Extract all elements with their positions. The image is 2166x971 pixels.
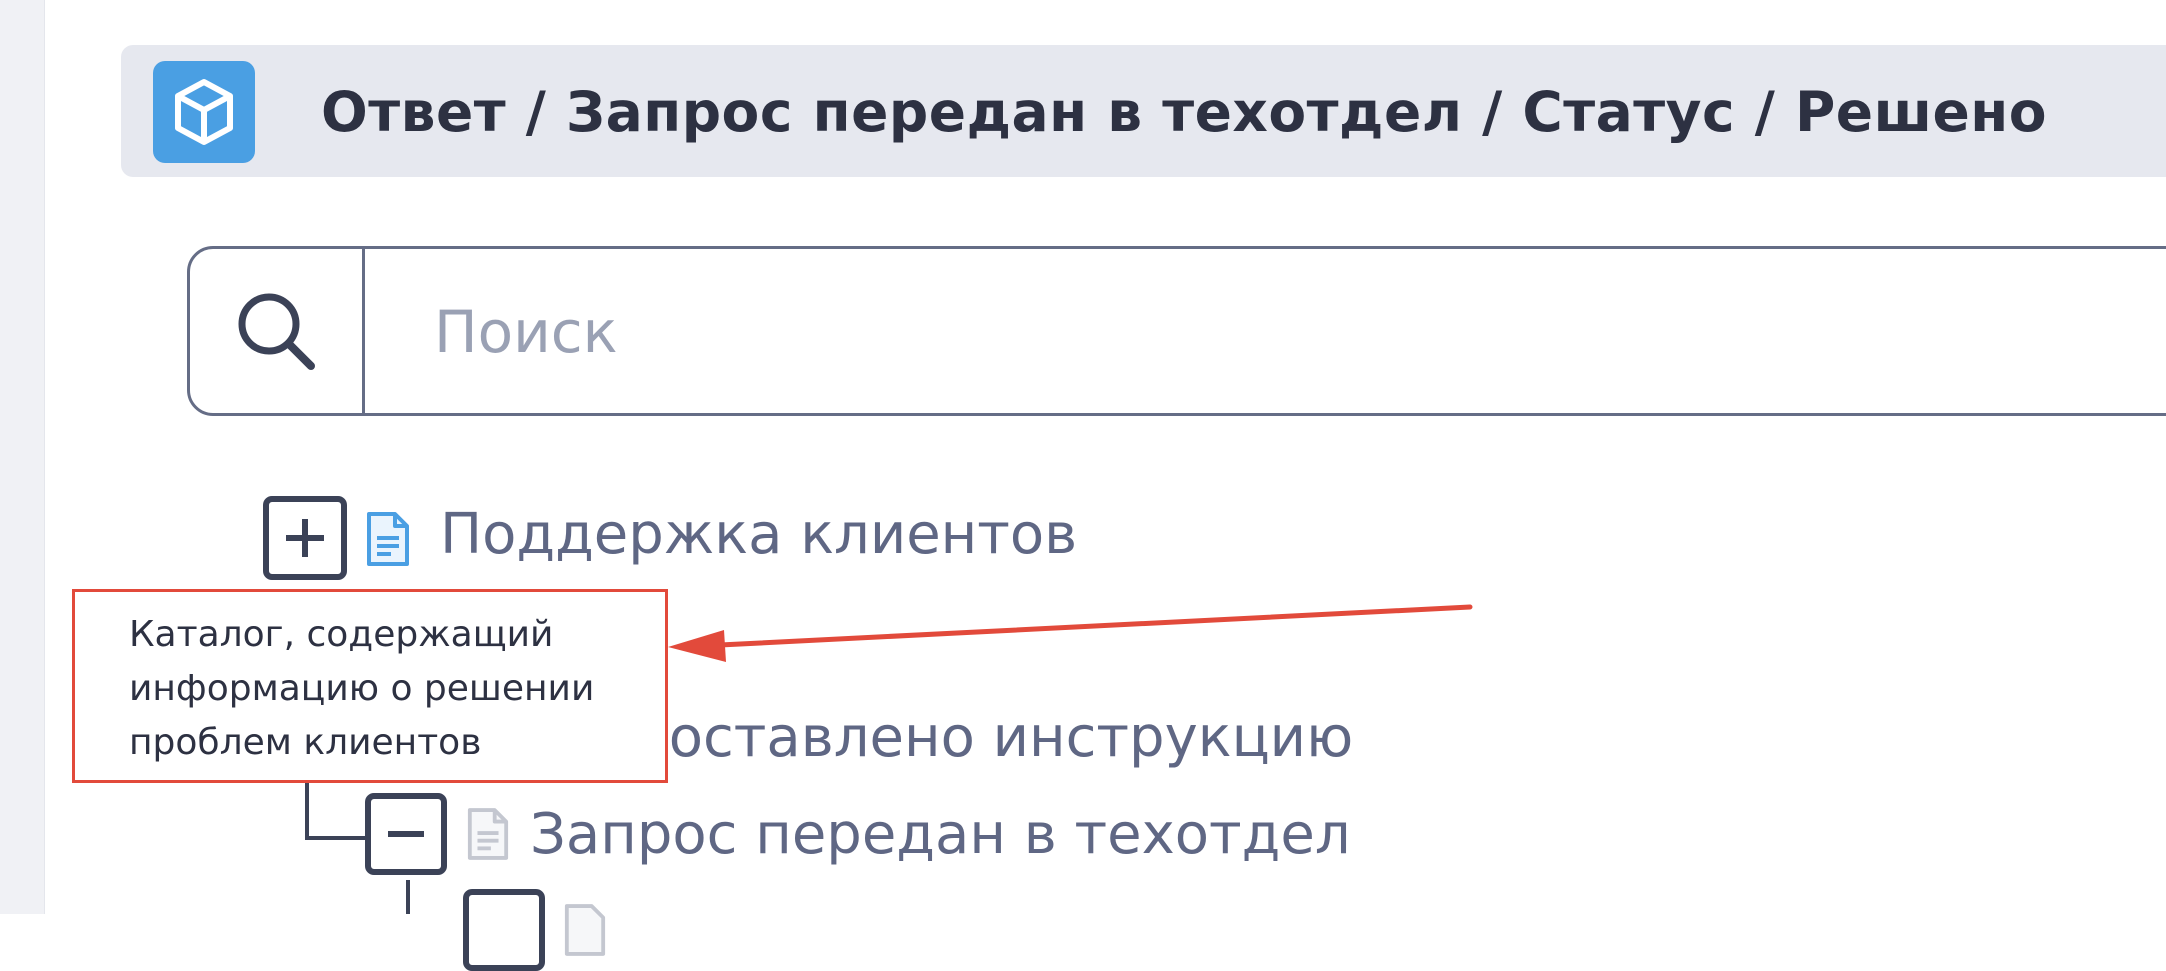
tree-connector: [406, 880, 410, 914]
annotation-callout: Каталог, содержащий информацию о решении…: [72, 589, 668, 783]
annotation-line: Каталог, содержащий: [129, 614, 554, 655]
document-icon: [564, 904, 606, 956]
document-icon: [467, 808, 509, 860]
minus-icon: [388, 831, 424, 837]
search-box: [187, 246, 2166, 416]
cube-icon: [153, 61, 255, 163]
tree-item-label[interactable]: Запрос передан в техотдел: [530, 800, 1351, 870]
search-icon[interactable]: [190, 249, 362, 413]
annotation-line: информацию о решении: [129, 668, 595, 709]
search-divider: [362, 249, 365, 413]
expand-button[interactable]: [263, 496, 347, 580]
search-input[interactable]: [432, 279, 2136, 385]
tree-item-label[interactable]: Поддержка клиентов: [440, 500, 1077, 570]
collapse-button[interactable]: [463, 889, 545, 971]
tree-connector: [305, 836, 365, 840]
collapse-button[interactable]: [365, 793, 447, 875]
left-panel-strip: [0, 0, 45, 914]
document-icon: [367, 512, 409, 566]
breadcrumb: Ответ / Запрос передан в техотдел / Стат…: [321, 80, 2048, 144]
annotation-line: проблем клиентов: [129, 722, 482, 763]
plus-icon: [286, 519, 324, 557]
tree-item-label[interactable]: доставлено инструкцию: [630, 703, 1353, 773]
